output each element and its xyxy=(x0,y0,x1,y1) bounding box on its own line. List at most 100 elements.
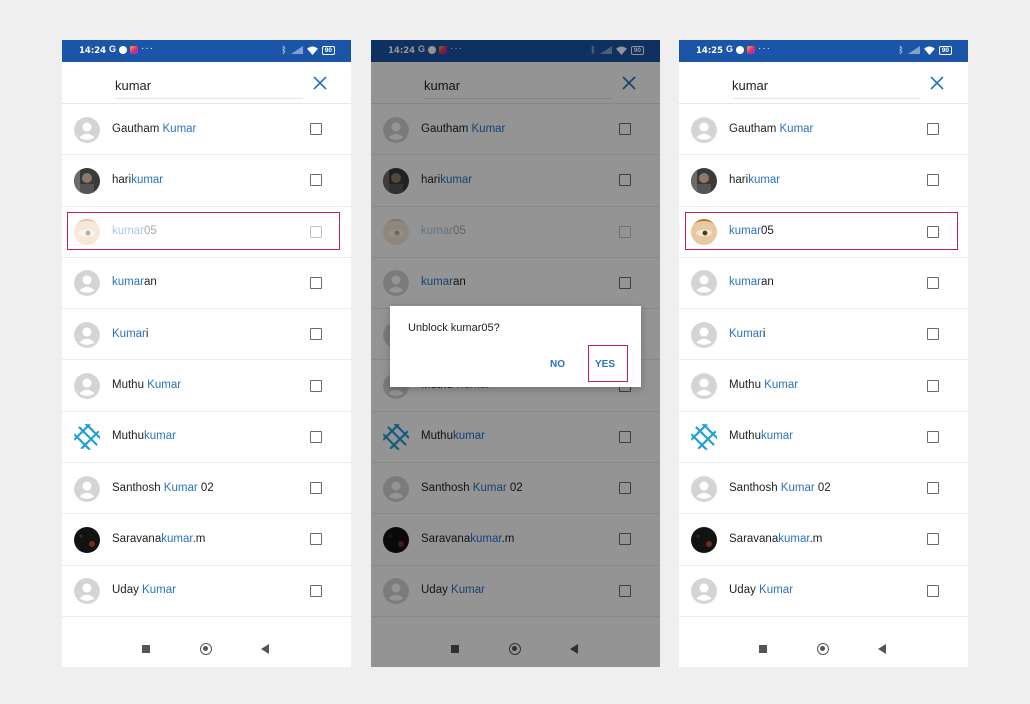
contact-checkbox[interactable] xyxy=(310,379,322,392)
instagram-icon xyxy=(130,45,139,54)
google-icon: G xyxy=(109,44,117,54)
contact-name: Kumari xyxy=(112,327,149,340)
avatar xyxy=(74,321,100,348)
facebook-icon xyxy=(736,45,745,54)
avatar xyxy=(691,475,717,502)
status-notification-icons: G ··· xyxy=(109,42,155,55)
avatar xyxy=(691,526,717,553)
contact-row[interactable]: Muthukumar xyxy=(62,412,351,464)
back-button[interactable] xyxy=(261,644,269,654)
contact-checkbox[interactable] xyxy=(927,430,939,443)
contact-checkbox[interactable] xyxy=(310,328,322,341)
highlight-box xyxy=(685,212,958,250)
avatar xyxy=(74,424,100,451)
nav-bar xyxy=(62,634,351,667)
avatar xyxy=(691,578,717,605)
contact-name: kumaran xyxy=(729,276,774,289)
close-icon[interactable] xyxy=(929,75,945,91)
contact-checkbox[interactable] xyxy=(310,584,322,597)
contact-checkbox[interactable] xyxy=(927,482,939,495)
contact-row[interactable]: Muthukumar xyxy=(679,412,968,464)
contact-row[interactable]: harikumar xyxy=(62,155,351,207)
contact-row[interactable]: Saravanakumar.m xyxy=(679,514,968,566)
contact-checkbox[interactable] xyxy=(927,584,939,597)
bluetooth-icon: ᛒ xyxy=(898,45,904,55)
contact-row[interactable]: Gautham Kumar xyxy=(62,104,351,156)
contact-checkbox[interactable] xyxy=(927,123,939,135)
highlight-box xyxy=(67,212,340,250)
battery-icon: 90 xyxy=(938,45,952,55)
contact-row[interactable]: kumaran xyxy=(62,258,351,310)
contact-checkbox[interactable] xyxy=(310,123,322,135)
phone-screen-2: 14:24G···ᛒ90Gautham Kumarharikumarkumar0… xyxy=(371,40,660,667)
status-bar: 14:25 G ··· ᛒ 90 xyxy=(679,40,968,62)
dialog-message: Unblock kumar05? xyxy=(408,322,500,334)
contact-row[interactable]: Kumari xyxy=(679,309,968,361)
back-button[interactable] xyxy=(878,644,886,654)
avatar xyxy=(74,578,100,605)
contact-name: Muthukumar xyxy=(729,430,793,443)
contact-checkbox[interactable] xyxy=(927,533,939,546)
contact-row[interactable]: Santhosh Kumar 02 xyxy=(679,463,968,515)
contact-name: kumaran xyxy=(112,276,157,289)
contact-checkbox[interactable] xyxy=(310,533,322,546)
contact-checkbox[interactable] xyxy=(927,379,939,392)
search-bar xyxy=(679,62,968,104)
more-icon: ··· xyxy=(141,42,155,54)
recents-button[interactable] xyxy=(759,645,767,653)
contact-row[interactable]: Saravanakumar.m xyxy=(62,514,351,566)
contact-name: Uday Kumar xyxy=(729,584,793,597)
contact-row[interactable]: Kumari xyxy=(62,309,351,361)
avatar xyxy=(74,526,100,553)
contact-name: Muthu Kumar xyxy=(729,379,799,391)
contact-row[interactable]: Uday Kumar xyxy=(62,566,351,617)
bluetooth-icon: ᛒ xyxy=(281,45,287,55)
search-input[interactable] xyxy=(115,72,303,99)
nav-bar xyxy=(679,634,968,667)
battery-icon: 90 xyxy=(321,45,335,55)
highlight-box xyxy=(588,345,628,382)
contact-name: Uday Kumar xyxy=(112,584,176,597)
contact-name: Muthukumar xyxy=(112,430,176,443)
home-button[interactable] xyxy=(200,643,212,655)
contact-row[interactable]: Uday Kumar xyxy=(679,566,968,617)
contact-checkbox[interactable] xyxy=(310,482,322,495)
contact-row[interactable]: Santhosh Kumar 02 xyxy=(62,463,351,515)
contact-checkbox[interactable] xyxy=(310,276,322,289)
facebook-icon xyxy=(119,45,128,54)
more-icon: ··· xyxy=(758,42,772,54)
contact-name: harikumar xyxy=(112,173,164,186)
avatar xyxy=(691,167,717,194)
contact-row[interactable]: Muthu Kumar xyxy=(62,361,351,412)
status-system-icons: ᛒ 90 xyxy=(281,45,335,55)
wifi-icon xyxy=(306,45,318,55)
contact-row[interactable]: kumaran xyxy=(679,258,968,310)
contact-checkbox[interactable] xyxy=(310,430,322,443)
avatar xyxy=(74,116,100,143)
avatar xyxy=(691,424,717,451)
contact-checkbox[interactable] xyxy=(927,276,939,289)
contact-checkbox[interactable] xyxy=(927,328,939,341)
avatar xyxy=(74,475,100,502)
search-input[interactable] xyxy=(732,72,920,99)
contact-checkbox[interactable] xyxy=(310,174,322,187)
contact-name: Saravanakumar.m xyxy=(729,532,823,545)
contact-row[interactable]: harikumar xyxy=(679,155,968,207)
avatar xyxy=(691,270,717,297)
home-button[interactable] xyxy=(817,643,829,655)
instagram-icon xyxy=(747,45,756,54)
avatar xyxy=(691,116,717,143)
recents-button[interactable] xyxy=(142,645,150,653)
avatar xyxy=(691,373,717,399)
search-bar xyxy=(62,62,351,104)
contact-name: harikumar xyxy=(729,173,781,186)
contact-name: Muthu Kumar xyxy=(112,379,182,391)
signal-icon xyxy=(907,46,920,54)
contact-row[interactable]: Gautham Kumar xyxy=(679,104,968,156)
unblock-dialog: Unblock kumar05? NO YES xyxy=(390,306,641,387)
contact-checkbox[interactable] xyxy=(927,174,939,187)
close-icon[interactable] xyxy=(312,75,328,91)
contact-row[interactable]: Muthu Kumar xyxy=(679,361,968,412)
phone-screen-3: 14:25G···ᛒ90Gautham Kumarharikumarkumar0… xyxy=(679,40,968,667)
no-button[interactable]: NO xyxy=(550,359,565,370)
